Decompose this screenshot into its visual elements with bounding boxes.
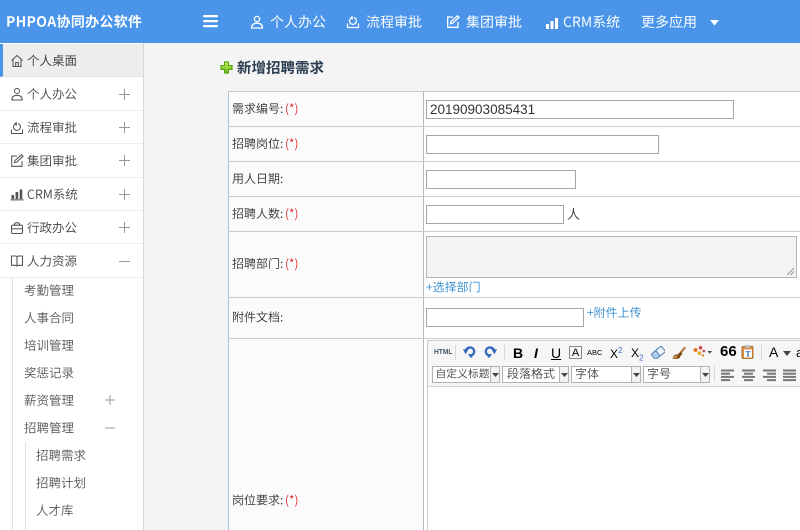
svg-text:T: T — [745, 350, 751, 359]
